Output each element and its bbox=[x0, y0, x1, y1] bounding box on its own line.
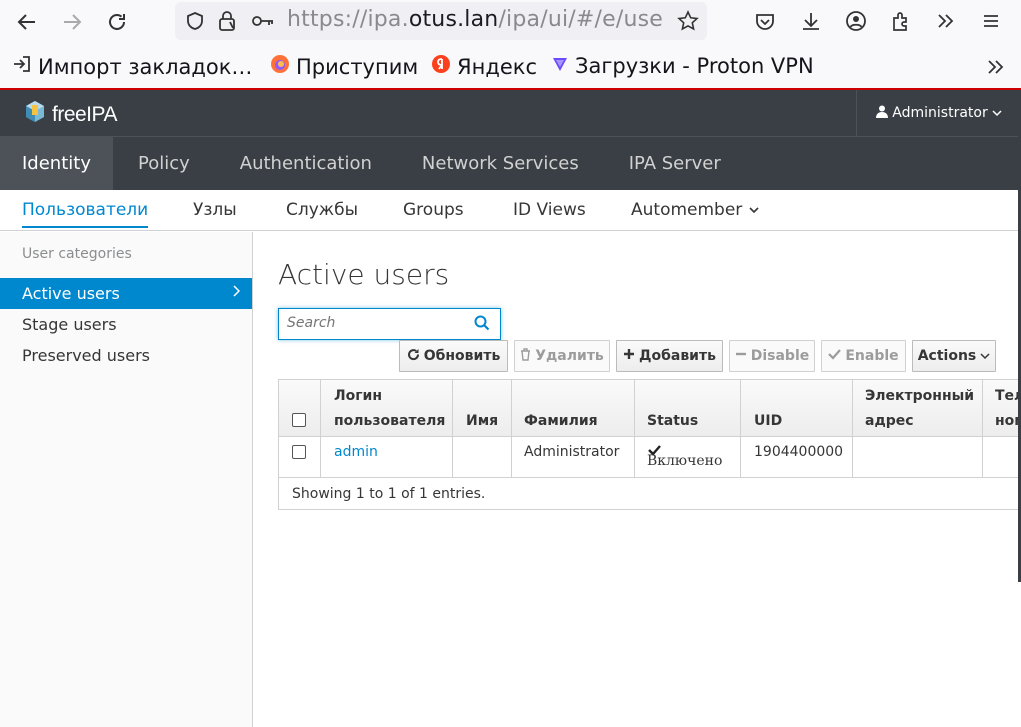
chevron-down-icon bbox=[980, 348, 990, 364]
bookmark-import[interactable]: Импорт закладок… bbox=[12, 54, 252, 79]
import-icon bbox=[12, 54, 32, 79]
search-input[interactable] bbox=[287, 309, 467, 337]
add-button[interactable]: Добавить bbox=[616, 340, 723, 372]
column-phone[interactable]: Теле ном bbox=[983, 380, 1020, 436]
column-uid[interactable]: UID bbox=[741, 380, 853, 436]
bookmark-proton[interactable]: Загрузки - Proton VPN bbox=[551, 54, 814, 78]
bookmarks-bar: Импорт закладок… Приступим Яндекс Загруз… bbox=[0, 44, 1021, 90]
key-icon[interactable] bbox=[251, 12, 275, 34]
column-status[interactable]: Status bbox=[635, 380, 741, 436]
forward-icon[interactable] bbox=[60, 10, 84, 34]
pocket-icon[interactable] bbox=[754, 11, 776, 37]
proton-icon bbox=[551, 54, 569, 78]
url-bar[interactable]: https://ipa.otus.lan/ipa/ui/#/e/use bbox=[175, 2, 707, 40]
extensions-icon[interactable] bbox=[890, 10, 912, 36]
table-row: admin Administrator Включено 1904400000 bbox=[279, 437, 1020, 478]
reload-icon[interactable] bbox=[105, 10, 129, 34]
plus-icon bbox=[623, 348, 635, 364]
main-nav: Identity Policy Authentication Network S… bbox=[0, 136, 1021, 190]
nav-ipa-server[interactable]: IPA Server bbox=[604, 137, 746, 190]
page-title: Active users bbox=[278, 258, 450, 291]
delete-button[interactable]: Удалить bbox=[514, 340, 610, 372]
user-last-name: Administrator bbox=[524, 444, 620, 460]
nav-identity[interactable]: Identity bbox=[0, 137, 113, 190]
user-menu[interactable]: Administrator bbox=[856, 90, 1021, 136]
row-checkbox[interactable] bbox=[292, 445, 306, 459]
table-header-row: Логин пользователя Имя Фамилия Status UI… bbox=[279, 380, 1020, 437]
table-footer: Showing 1 to 1 of 1 entries. bbox=[292, 486, 486, 502]
sidebar-item-preserved-users[interactable]: Preserved users bbox=[0, 340, 252, 371]
minus-icon bbox=[735, 348, 747, 364]
enable-button[interactable]: Enable bbox=[821, 340, 906, 372]
column-login[interactable]: Логин пользователя bbox=[321, 380, 453, 436]
bookmark-getting-started[interactable]: Приступим bbox=[270, 54, 418, 79]
disable-button[interactable]: Disable bbox=[729, 340, 815, 372]
search-box bbox=[278, 308, 501, 340]
tab-id-views[interactable]: ID Views bbox=[513, 200, 586, 220]
tab-groups[interactable]: Groups bbox=[403, 200, 464, 220]
select-all-checkbox[interactable] bbox=[292, 413, 306, 427]
refresh-button[interactable]: Обновить bbox=[399, 340, 508, 372]
browser-toolbar: https://ipa.otus.lan/ipa/ui/#/e/use bbox=[0, 0, 1021, 44]
back-icon[interactable] bbox=[15, 10, 39, 34]
tab-hosts[interactable]: Узлы bbox=[193, 200, 237, 220]
user-status: Включено bbox=[647, 453, 723, 469]
menu-icon[interactable] bbox=[980, 10, 1002, 36]
ipa-header: freeIPA Administrator bbox=[0, 90, 1021, 136]
lock-icon[interactable] bbox=[217, 10, 237, 36]
nav-policy[interactable]: Policy bbox=[113, 137, 215, 190]
sidebar-item-stage-users[interactable]: Stage users bbox=[0, 309, 252, 340]
account-icon[interactable] bbox=[845, 10, 867, 36]
firefox-icon bbox=[270, 54, 290, 79]
check-icon bbox=[828, 348, 842, 364]
bookmarks-overflow-icon[interactable] bbox=[985, 56, 1007, 82]
user-uid: 1904400000 bbox=[754, 444, 844, 460]
column-first-name[interactable]: Имя bbox=[453, 380, 512, 436]
column-email[interactable]: Электронный адрес bbox=[853, 380, 983, 436]
url-text[interactable]: https://ipa.otus.lan/ipa/ui/#/e/use bbox=[287, 7, 663, 32]
user-login-link[interactable]: admin bbox=[334, 444, 378, 460]
star-icon[interactable] bbox=[677, 10, 699, 36]
tab-services[interactable]: Службы bbox=[286, 200, 358, 220]
sidebar: User categories Active users Stage users… bbox=[0, 232, 253, 727]
download-icon[interactable] bbox=[800, 10, 822, 36]
shield-icon[interactable] bbox=[185, 11, 205, 35]
tab-automember[interactable]: Automember bbox=[631, 200, 760, 220]
overflow-icon[interactable] bbox=[935, 10, 957, 36]
user-icon bbox=[876, 105, 889, 122]
sidebar-item-active-users[interactable]: Active users bbox=[0, 278, 252, 309]
actions-button[interactable]: Actions bbox=[912, 340, 996, 372]
chevron-down-icon bbox=[748, 200, 760, 220]
chevron-right-icon bbox=[232, 285, 241, 301]
refresh-icon bbox=[407, 348, 420, 365]
freeipa-logo-icon bbox=[24, 100, 46, 130]
sidebar-heading: User categories bbox=[22, 246, 132, 262]
nav-network-services[interactable]: Network Services bbox=[397, 137, 604, 190]
tab-users[interactable]: Пользователи bbox=[22, 200, 149, 228]
trash-icon bbox=[520, 347, 531, 365]
bookmark-yandex[interactable]: Яндекс bbox=[431, 54, 537, 79]
search-icon[interactable] bbox=[474, 315, 492, 333]
users-table: Логин пользователя Имя Фамилия Status UI… bbox=[278, 379, 1021, 510]
column-last-name[interactable]: Фамилия bbox=[512, 380, 635, 436]
yandex-icon bbox=[431, 54, 451, 79]
sub-nav: Пользователи Узлы Службы Groups ID Views… bbox=[0, 190, 1021, 231]
nav-authentication[interactable]: Authentication bbox=[215, 137, 397, 190]
brand-logo[interactable]: freeIPA bbox=[24, 100, 117, 130]
chevron-down-icon bbox=[992, 105, 1002, 121]
